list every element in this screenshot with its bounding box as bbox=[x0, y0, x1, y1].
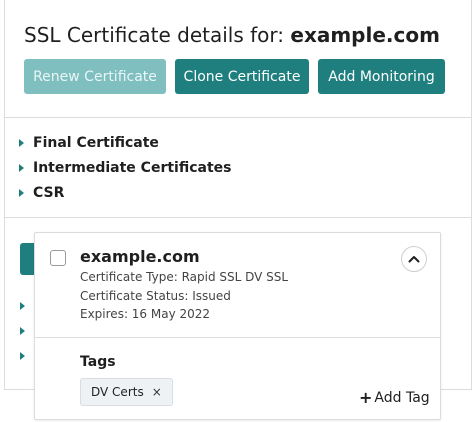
chevron-up-icon bbox=[408, 256, 420, 263]
divider bbox=[5, 117, 471, 118]
accordion-item-label: Final Certificate bbox=[33, 135, 159, 151]
accordion-item-label: CSR bbox=[33, 185, 65, 201]
caret-right-icon bbox=[20, 302, 25, 310]
divider bbox=[35, 337, 440, 338]
tags-label: Tags bbox=[80, 354, 116, 370]
accordion-item-csr[interactable]: CSR bbox=[19, 183, 64, 203]
certificate-card-popover: example.com Certificate Type: Rapid SSL … bbox=[34, 232, 441, 420]
caret-right-icon bbox=[19, 164, 24, 172]
add-tag-button[interactable]: + Add Tag bbox=[359, 388, 430, 407]
accordion-item-label: Intermediate Certificates bbox=[33, 160, 232, 176]
add-monitoring-button[interactable]: Add Monitoring bbox=[318, 59, 445, 94]
renew-certificate-button[interactable]: Renew Certificate bbox=[24, 59, 166, 94]
caret-right-icon bbox=[20, 327, 25, 335]
certificate-type: Certificate Type: Rapid SSL DV SSL bbox=[80, 270, 289, 284]
remove-tag-icon[interactable]: × bbox=[152, 385, 162, 399]
page-title-domain: example.com bbox=[290, 23, 440, 47]
page-title-prefix: SSL Certificate details for: bbox=[24, 23, 285, 47]
caret-right-icon bbox=[19, 189, 24, 197]
page-title: SSL Certificate details for: example.com bbox=[24, 22, 440, 48]
accordion-item-intermediate-certificates[interactable]: Intermediate Certificates bbox=[19, 158, 232, 178]
caret-right-icon bbox=[19, 139, 24, 147]
clone-certificate-button[interactable]: Clone Certificate bbox=[175, 59, 309, 94]
card-domain: example.com bbox=[80, 247, 200, 266]
caret-right-icon bbox=[20, 352, 25, 360]
certificate-expiry: Expires: 16 May 2022 bbox=[80, 307, 211, 321]
add-tag-label: Add Tag bbox=[374, 389, 430, 406]
accordion-item-final-certificate[interactable]: Final Certificate bbox=[19, 133, 159, 153]
plus-icon: + bbox=[359, 388, 373, 407]
certificate-status: Certificate Status: Issued bbox=[80, 289, 231, 303]
tag-chip: DV Certs × bbox=[80, 378, 173, 406]
tag-label: DV Certs bbox=[91, 385, 144, 399]
select-certificate-checkbox[interactable] bbox=[50, 250, 66, 266]
divider bbox=[5, 217, 471, 218]
collapse-button[interactable] bbox=[401, 246, 427, 272]
